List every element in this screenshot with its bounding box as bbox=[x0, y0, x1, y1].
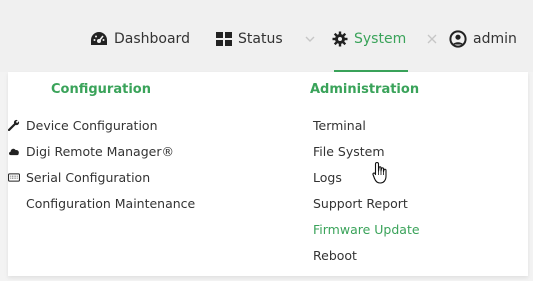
system-dropdown-menu: Configuration Device Configuration Digi … bbox=[8, 72, 528, 276]
cloud-icon bbox=[8, 145, 20, 157]
menu-item-label: Digi Remote Manager® bbox=[26, 143, 174, 159]
menu-item-file-system[interactable]: File System bbox=[313, 142, 385, 160]
nav-admin-label: admin bbox=[473, 31, 517, 47]
keyboard-icon bbox=[8, 171, 20, 183]
menu-item-label: Logs bbox=[313, 169, 342, 185]
menu-item-device-configuration[interactable]: Device Configuration bbox=[8, 116, 158, 134]
menu-item-serial-configuration[interactable]: Serial Configuration bbox=[8, 168, 150, 186]
menu-item-support-report[interactable]: Support Report bbox=[313, 194, 408, 212]
menu-item-label: Support Report bbox=[313, 195, 408, 211]
menu-item-terminal[interactable]: Terminal bbox=[313, 116, 366, 134]
grid-icon bbox=[216, 32, 232, 46]
close-icon bbox=[425, 31, 439, 45]
menu-item-label: Terminal bbox=[313, 117, 366, 133]
wrench-icon bbox=[8, 119, 20, 131]
menu-item-label: Serial Configuration bbox=[26, 169, 151, 185]
menu-item-label: Device Configuration bbox=[26, 117, 158, 133]
menu-item-logs[interactable]: Logs bbox=[313, 168, 342, 186]
menu-item-label: Configuration Maintenance bbox=[26, 195, 196, 211]
configuration-heading: Configuration bbox=[51, 82, 151, 97]
nav-admin[interactable]: admin bbox=[449, 26, 517, 52]
menu-item-reboot[interactable]: Reboot bbox=[313, 246, 357, 264]
nav-dashboard[interactable]: Dashboard bbox=[90, 26, 190, 52]
menu-item-digi-remote-manager[interactable]: Digi Remote Manager® bbox=[8, 142, 174, 160]
nav-status[interactable]: Status bbox=[216, 26, 283, 52]
nav-system-label: System bbox=[354, 31, 407, 47]
menu-item-firmware-update[interactable]: Firmware Update bbox=[313, 220, 420, 238]
menu-item-configuration-maintenance[interactable]: Configuration Maintenance bbox=[26, 194, 195, 212]
menu-item-label: Firmware Update bbox=[313, 221, 420, 237]
gear-icon bbox=[332, 31, 348, 47]
nav-dashboard-label: Dashboard bbox=[114, 31, 190, 47]
nav-status-label: Status bbox=[238, 31, 283, 47]
menu-item-label: File System bbox=[313, 143, 385, 159]
top-navbar: Dashboard Status System admin bbox=[0, 0, 533, 72]
menu-item-label: Reboot bbox=[313, 247, 357, 263]
administration-heading: Administration bbox=[310, 82, 420, 97]
dashboard-gauge-icon bbox=[90, 31, 108, 47]
user-circle-icon bbox=[449, 30, 467, 48]
nav-system[interactable]: System bbox=[332, 26, 409, 72]
chevron-down-icon bbox=[303, 31, 317, 45]
